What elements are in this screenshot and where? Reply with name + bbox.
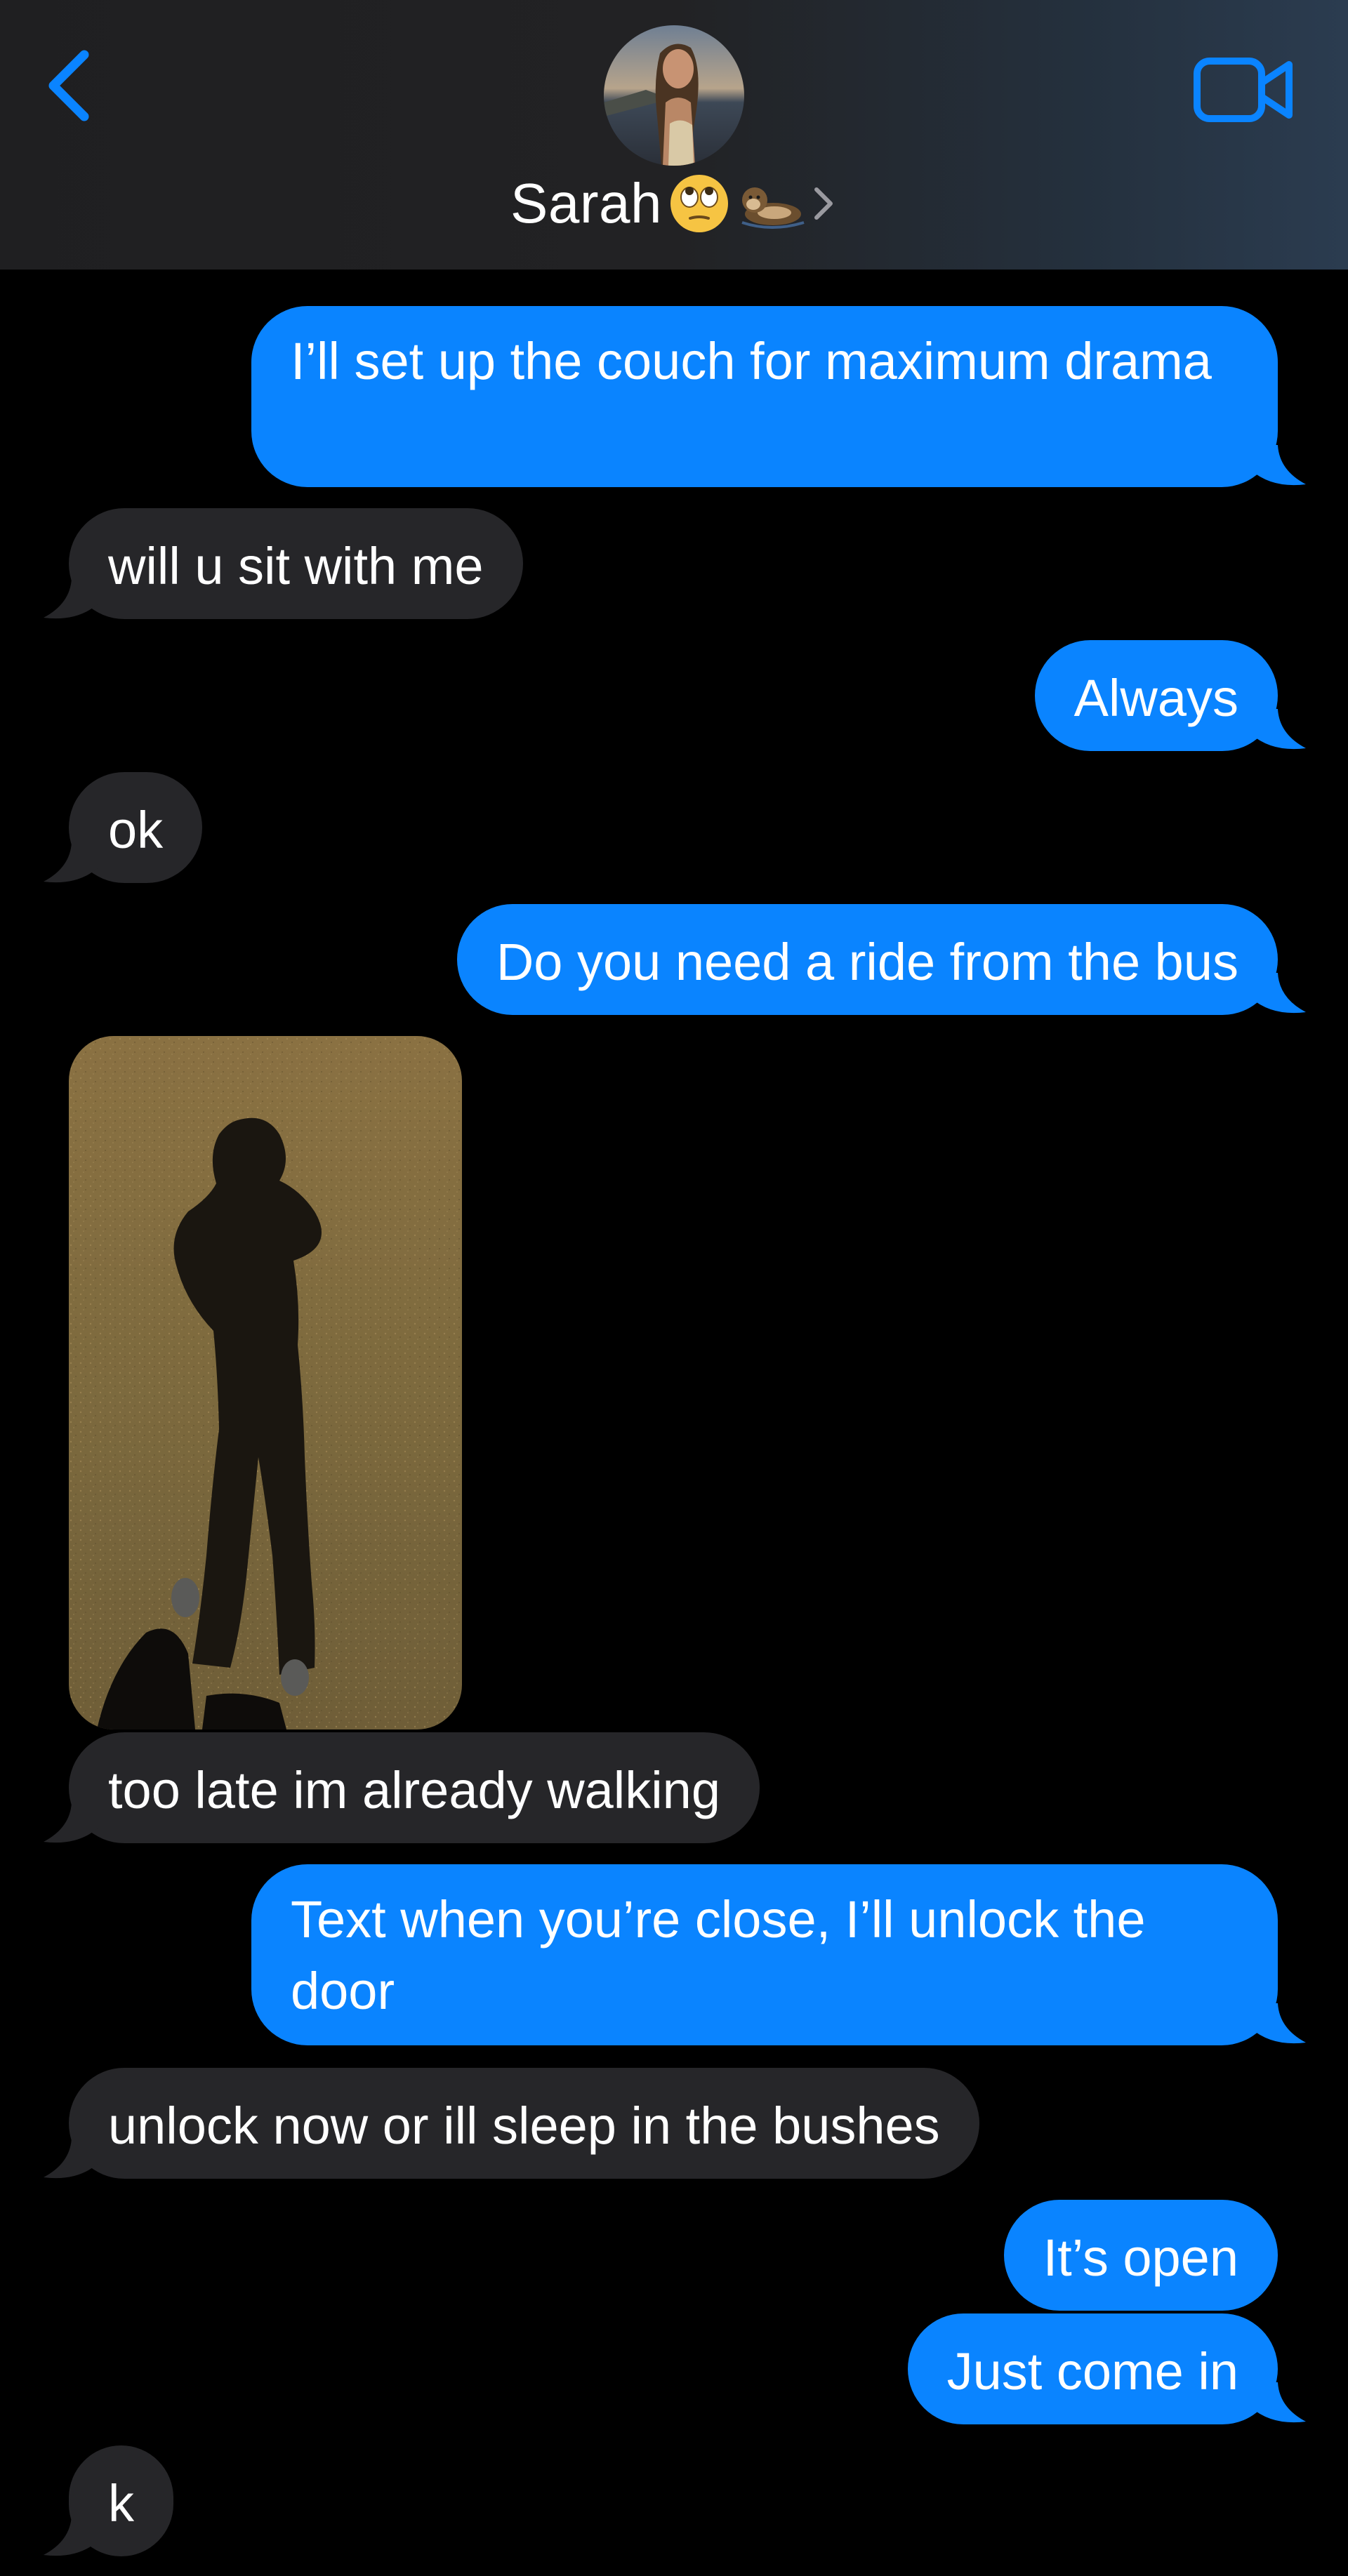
sent-bubble-tail — [1251, 2382, 1306, 2423]
message-text: Always — [1073, 669, 1238, 727]
received-bubble-tail — [44, 842, 98, 883]
sent-message-bubble[interactable]: Just come in — [907, 2313, 1278, 2424]
received-bubble-tail — [44, 1802, 98, 1843]
received-message-bubble[interactable]: too late im already walking — [69, 1732, 760, 1843]
message-text: ok — [108, 801, 164, 859]
chevron-left-icon — [48, 50, 89, 121]
video-camera-icon — [1194, 58, 1293, 122]
contact-name: Sarah — [510, 172, 662, 234]
sent-message-bubble[interactable]: Text when you’re close, I’ll unlock the … — [251, 1864, 1278, 2045]
conversation-header: Sarah — [0, 0, 1348, 270]
received-bubble-tail — [44, 2138, 98, 2179]
photo-attachment[interactable] — [69, 1036, 462, 1729]
message-text: I’ll set up the couch for maximum drama — [291, 332, 1212, 390]
message-text: It’s open — [1043, 2229, 1238, 2287]
message-text: Text when you’re close, I’ll unlock the … — [291, 1890, 1146, 2020]
sent-bubble-tail — [1251, 973, 1306, 1014]
shadow-photo — [69, 1036, 462, 1729]
message-text: k — [108, 2474, 134, 2532]
sent-message-bubble[interactable]: Always — [1034, 640, 1278, 751]
avatar-photo — [604, 25, 744, 166]
received-message-bubble[interactable]: will u sit with me — [69, 508, 523, 619]
message-text: Do you need a ride from the bus — [496, 933, 1238, 991]
contact-name-button[interactable]: Sarah — [0, 168, 1348, 239]
video-call-button[interactable] — [1194, 58, 1295, 122]
received-bubble-tail — [44, 2516, 98, 2556]
message-text: unlock now or ill sleep in the bushes — [108, 2097, 940, 2155]
received-bubble-tail — [44, 578, 98, 619]
sent-bubble-tail — [1251, 445, 1306, 486]
face-with-rolling-eyes-icon — [670, 175, 728, 232]
otter-icon — [741, 187, 805, 229]
message-text: Just come in — [946, 2342, 1238, 2401]
sent-bubble-tail — [1251, 2003, 1306, 2044]
sent-message-bubble[interactable]: I’ll set up the couch for maximum drama — [251, 306, 1278, 487]
message-text: will u sit with me — [108, 537, 484, 595]
received-message-bubble[interactable]: unlock now or ill sleep in the bushes — [69, 2068, 979, 2179]
contact-avatar[interactable] — [604, 25, 744, 166]
sent-bubble-tail — [1251, 709, 1306, 750]
chevron-right-icon — [814, 187, 833, 220]
sent-message-bubble[interactable]: Do you need a ride from the bus — [456, 904, 1278, 1015]
sent-message-bubble[interactable]: It’s open — [1003, 2200, 1278, 2311]
back-button[interactable] — [41, 44, 104, 128]
message-text: too late im already walking — [108, 1761, 720, 1819]
